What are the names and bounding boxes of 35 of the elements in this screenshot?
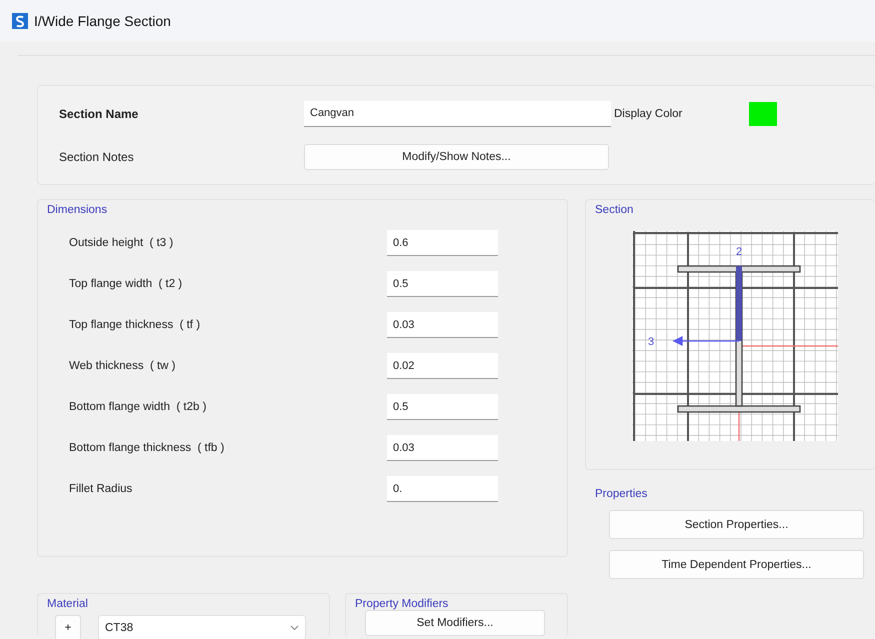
group-title: Property Modifiers [355, 598, 448, 610]
set-modifiers-button[interactable]: Set Modifiers... [365, 610, 545, 636]
dimension-label: Fillet Radius [69, 483, 134, 495]
color-swatch[interactable] [749, 102, 777, 126]
chevron-down-icon [290, 624, 299, 630]
dimension-label: Top flange width ( t2 ) [69, 278, 184, 290]
properties-button[interactable]: Section Properties... [609, 510, 864, 539]
group-title: Properties [595, 488, 648, 500]
section-notes-label: Section Notes [59, 150, 135, 164]
dimension-field[interactable]: 0.5 [387, 271, 498, 297]
group-title: Dimensions [47, 204, 108, 216]
display-color-label: Display Color [614, 108, 684, 120]
dimension-field[interactable]: 0. [387, 476, 498, 502]
dimension-field[interactable]: 0.03 [387, 312, 498, 338]
dimension-label: Bottom flange width ( t2b ) [69, 401, 208, 413]
properties-button[interactable]: Time Dependent Properties... [609, 550, 864, 579]
dimension-label: Web thickness ( tw ) [69, 360, 177, 372]
dimension-field[interactable]: 0.03 [387, 435, 498, 461]
dimension-field[interactable]: 0.6 [387, 230, 498, 256]
window-title: I/Wide Flange Section [34, 13, 171, 29]
material-dropdown[interactable]: CT38 [98, 615, 306, 639]
dimension-label: Bottom flange thickness ( tfb ) [69, 442, 226, 454]
add-button[interactable]: + [55, 615, 81, 639]
dimension-field[interactable]: 0.02 [387, 353, 498, 379]
notes-button[interactable]: Modify/Show Notes... [304, 144, 609, 170]
group-title: Section [595, 204, 634, 216]
dimension-label: Outside height ( t3 ) [69, 237, 174, 249]
app-icon [12, 13, 28, 29]
dimension-field[interactable]: 0.5 [387, 394, 498, 420]
axis-label: 3 [648, 336, 654, 348]
section-name-label: Section Name [59, 106, 140, 120]
dimension-label: Top flange thickness ( tf ) [69, 319, 202, 331]
axis-label: 2 [736, 246, 742, 258]
section-name-field[interactable]: Cangvan [304, 100, 611, 126]
group-title: Material [47, 598, 88, 610]
